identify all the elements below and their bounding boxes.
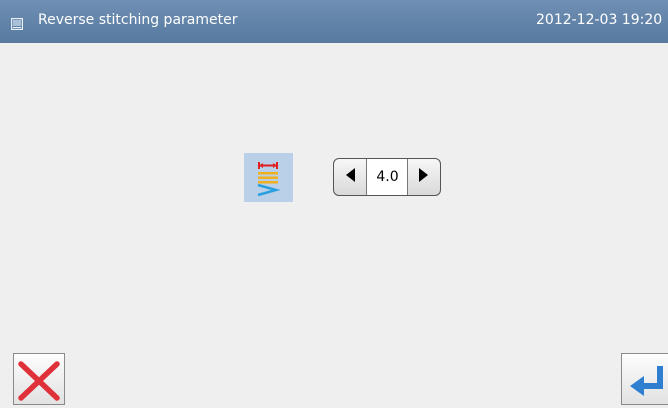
enter-return-icon <box>622 366 668 408</box>
cancel-x-icon <box>14 361 64 408</box>
arrow-right-icon <box>417 167 431 187</box>
decrease-button[interactable] <box>334 159 367 195</box>
title-bar: Reverse stitching parameter 2012-12-03 1… <box>0 0 668 43</box>
page-title: Reverse stitching parameter <box>38 12 238 28</box>
reverse-stitch-length-icon <box>244 153 293 202</box>
stepper-value[interactable]: 4.0 <box>367 159 408 195</box>
window-icon <box>10 15 24 31</box>
increase-button[interactable] <box>407 159 440 195</box>
cancel-button[interactable] <box>13 353 65 405</box>
arrow-left-icon <box>343 167 357 187</box>
enter-button[interactable] <box>621 353 668 405</box>
datetime-display: 2012-12-03 19:20 <box>536 12 663 28</box>
reverse-stitch-stepper[interactable]: 4.0 <box>333 158 441 196</box>
